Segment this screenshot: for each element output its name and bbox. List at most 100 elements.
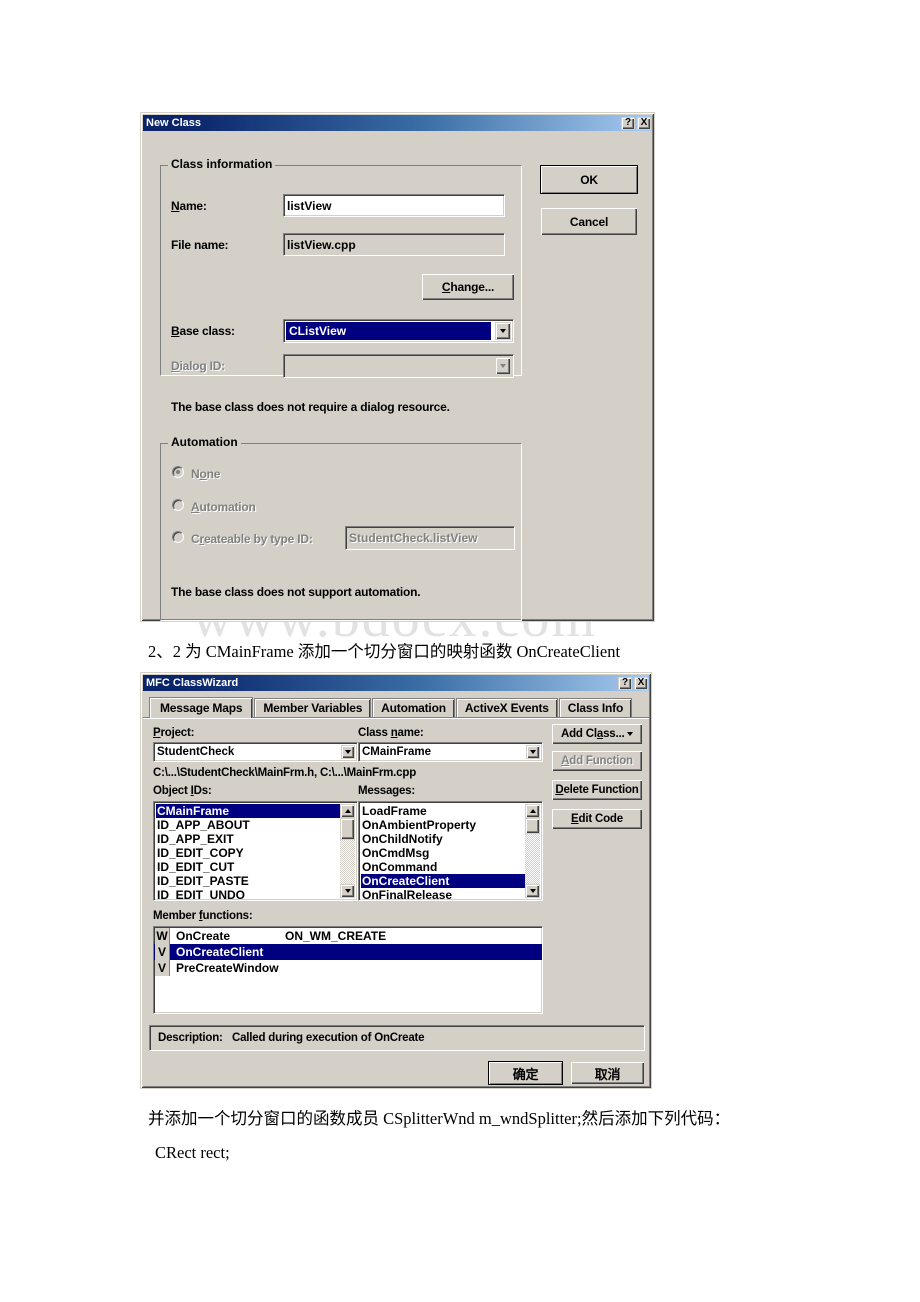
scroll-track[interactable] xyxy=(340,840,355,884)
base-class-combo[interactable]: CListView xyxy=(283,319,514,343)
member-functions-items: W OnCreate ON_WM_CREATE V OnCreateClient… xyxy=(154,927,542,1013)
edit-code-button[interactable]: Edit Code xyxy=(551,808,643,830)
list-item[interactable]: ID_APP_ABOUT xyxy=(156,818,340,832)
class-information-title: Class information xyxy=(168,157,276,171)
chevron-down-icon[interactable] xyxy=(526,745,540,759)
automation-note: The base class does not support automati… xyxy=(171,585,421,599)
member-function-message: ON_WM_CREATE xyxy=(285,929,387,943)
member-function-icon: V xyxy=(155,944,170,960)
messages-scrollbar[interactable] xyxy=(525,804,540,898)
new-class-dialog: New Class ? X OK Cancel Class informatio… xyxy=(140,112,655,622)
project-label: Project: xyxy=(153,727,195,739)
member-function-icon: V xyxy=(155,960,170,976)
project-value: StudentCheck xyxy=(157,746,235,758)
list-item[interactable]: OnFinalRelease xyxy=(361,888,525,900)
list-item[interactable]: ID_EDIT_COPY xyxy=(156,846,340,860)
base-class-label: Base class: xyxy=(171,324,235,338)
member-functions-listbox[interactable]: W OnCreate ON_WM_CREATE V OnCreateClient… xyxy=(153,926,543,1014)
list-item[interactable]: OnCreateClient xyxy=(361,874,525,888)
scroll-up-icon[interactable] xyxy=(340,804,355,818)
name-label: Name: xyxy=(171,199,207,213)
tab-member-variables[interactable]: Member Variables xyxy=(254,698,372,717)
member-function-icon: W xyxy=(155,928,170,944)
type-id-input: StudentCheck.listView xyxy=(345,526,515,550)
change-label: Change... xyxy=(441,280,495,294)
scroll-down-icon[interactable] xyxy=(525,884,540,898)
list-item[interactable]: CMainFrame xyxy=(156,804,340,818)
body-text-line-3: CRect rect; xyxy=(155,1143,230,1162)
edit-code-label: Edit Code xyxy=(571,813,623,825)
name-input[interactable]: listView xyxy=(283,194,505,217)
cancel-button[interactable]: 取消 xyxy=(570,1061,645,1085)
delete-function-button[interactable]: Delete Function xyxy=(551,779,643,801)
file-path-text: C:\...\StudentCheck\MainFrm.h, C:\...\Ma… xyxy=(153,767,417,779)
new-class-title: New Class xyxy=(146,117,202,129)
list-item[interactable]: ID_EDIT_UNDO xyxy=(156,888,340,900)
body-text-line-2: 并添加一个切分窗口的函数成员 CSplitterWnd m_wndSplitte… xyxy=(148,1109,731,1128)
classwizard-tabs: Message Maps Member Variables Automation… xyxy=(149,697,633,718)
scroll-down-icon[interactable] xyxy=(340,884,355,898)
classwizard-title: MFC ClassWizard xyxy=(146,677,239,689)
change-button[interactable]: Change... xyxy=(421,273,515,301)
scroll-track[interactable] xyxy=(525,834,540,884)
cancel-button[interactable]: Cancel xyxy=(540,207,638,236)
list-item[interactable]: OnAmbientProperty xyxy=(361,818,525,832)
automation-option-createable: Createable by type ID: xyxy=(191,532,313,546)
radio-createable-by-type-id xyxy=(172,531,184,543)
description-value: Called during execution of OnCreate xyxy=(232,1032,425,1044)
member-function-name: OnCreateClient xyxy=(176,945,264,959)
tab-activex-events[interactable]: ActiveX Events xyxy=(455,698,558,717)
table-row[interactable]: V OnCreateClient xyxy=(154,944,542,960)
confirm-button[interactable]: 确定 xyxy=(488,1061,563,1085)
file-name-input[interactable]: listView.cpp xyxy=(283,233,505,256)
messages-label: Messages: xyxy=(358,785,416,797)
dialog-id-value xyxy=(284,355,493,377)
body-text-line-1: 2、2 为 CMainFrame 添加一个切分窗口的映射函数 OnCreateC… xyxy=(148,642,621,661)
tab-class-info[interactable]: Class Info xyxy=(558,698,633,717)
automation-title: Automation xyxy=(168,435,241,449)
add-class-button[interactable]: Add Class... xyxy=(551,723,643,745)
radio-automation xyxy=(172,499,184,511)
list-item[interactable]: OnCmdMsg xyxy=(361,846,525,860)
base-class-note: The base class does not require a dialog… xyxy=(171,400,450,414)
new-class-titlebar: New Class ? X xyxy=(143,115,652,131)
object-ids-listbox[interactable]: CMainFrame ID_APP_ABOUT ID_APP_EXIT ID_E… xyxy=(153,801,358,901)
chevron-down-icon[interactable] xyxy=(495,322,511,340)
chevron-down-icon-disabled xyxy=(495,357,511,375)
tab-automation[interactable]: Automation xyxy=(372,698,455,717)
help-icon[interactable]: ? xyxy=(618,676,632,690)
scroll-thumb[interactable] xyxy=(525,818,540,834)
table-row[interactable]: V PreCreateWindow xyxy=(154,960,542,976)
table-row[interactable]: W OnCreate ON_WM_CREATE xyxy=(154,928,542,944)
class-name-label: Class name: xyxy=(358,727,424,739)
project-combo[interactable]: StudentCheck xyxy=(153,742,358,762)
list-item[interactable]: ID_EDIT_CUT xyxy=(156,860,340,874)
add-function-label: Add Function xyxy=(561,755,633,767)
mfc-classwizard-dialog: MFC ClassWizard ? X Message Maps Member … xyxy=(140,672,652,1089)
list-item[interactable]: LoadFrame xyxy=(361,804,525,818)
list-item[interactable]: OnChildNotify xyxy=(361,832,525,846)
description-label: Description: xyxy=(158,1032,223,1044)
object-ids-scrollbar[interactable] xyxy=(340,804,355,898)
automation-option-none: None xyxy=(191,467,221,481)
messages-listbox[interactable]: LoadFrame OnAmbientProperty OnChildNotif… xyxy=(358,801,543,901)
delete-function-label: Delete Function xyxy=(555,784,639,796)
chevron-down-icon xyxy=(627,732,633,736)
help-icon[interactable]: ? xyxy=(621,116,635,130)
close-icon[interactable]: X xyxy=(637,116,651,130)
chevron-down-icon[interactable] xyxy=(341,745,355,759)
list-item[interactable]: OnCommand xyxy=(361,860,525,874)
list-item[interactable]: ID_APP_EXIT xyxy=(156,832,340,846)
class-name-value: CMainFrame xyxy=(362,746,432,758)
dialog-id-combo xyxy=(283,354,514,378)
add-function-button: Add Function xyxy=(551,750,643,772)
ok-button[interactable]: OK xyxy=(540,165,638,194)
scroll-thumb[interactable] xyxy=(340,818,355,840)
close-icon[interactable]: X xyxy=(634,676,648,690)
class-name-combo[interactable]: CMainFrame xyxy=(358,742,543,762)
scroll-up-icon[interactable] xyxy=(525,804,540,818)
list-item[interactable]: ID_EDIT_PASTE xyxy=(156,874,340,888)
tab-message-maps[interactable]: Message Maps xyxy=(149,697,254,718)
dialog-id-label: Dialog ID: xyxy=(171,359,226,373)
add-class-label: Add Class... xyxy=(561,728,625,740)
